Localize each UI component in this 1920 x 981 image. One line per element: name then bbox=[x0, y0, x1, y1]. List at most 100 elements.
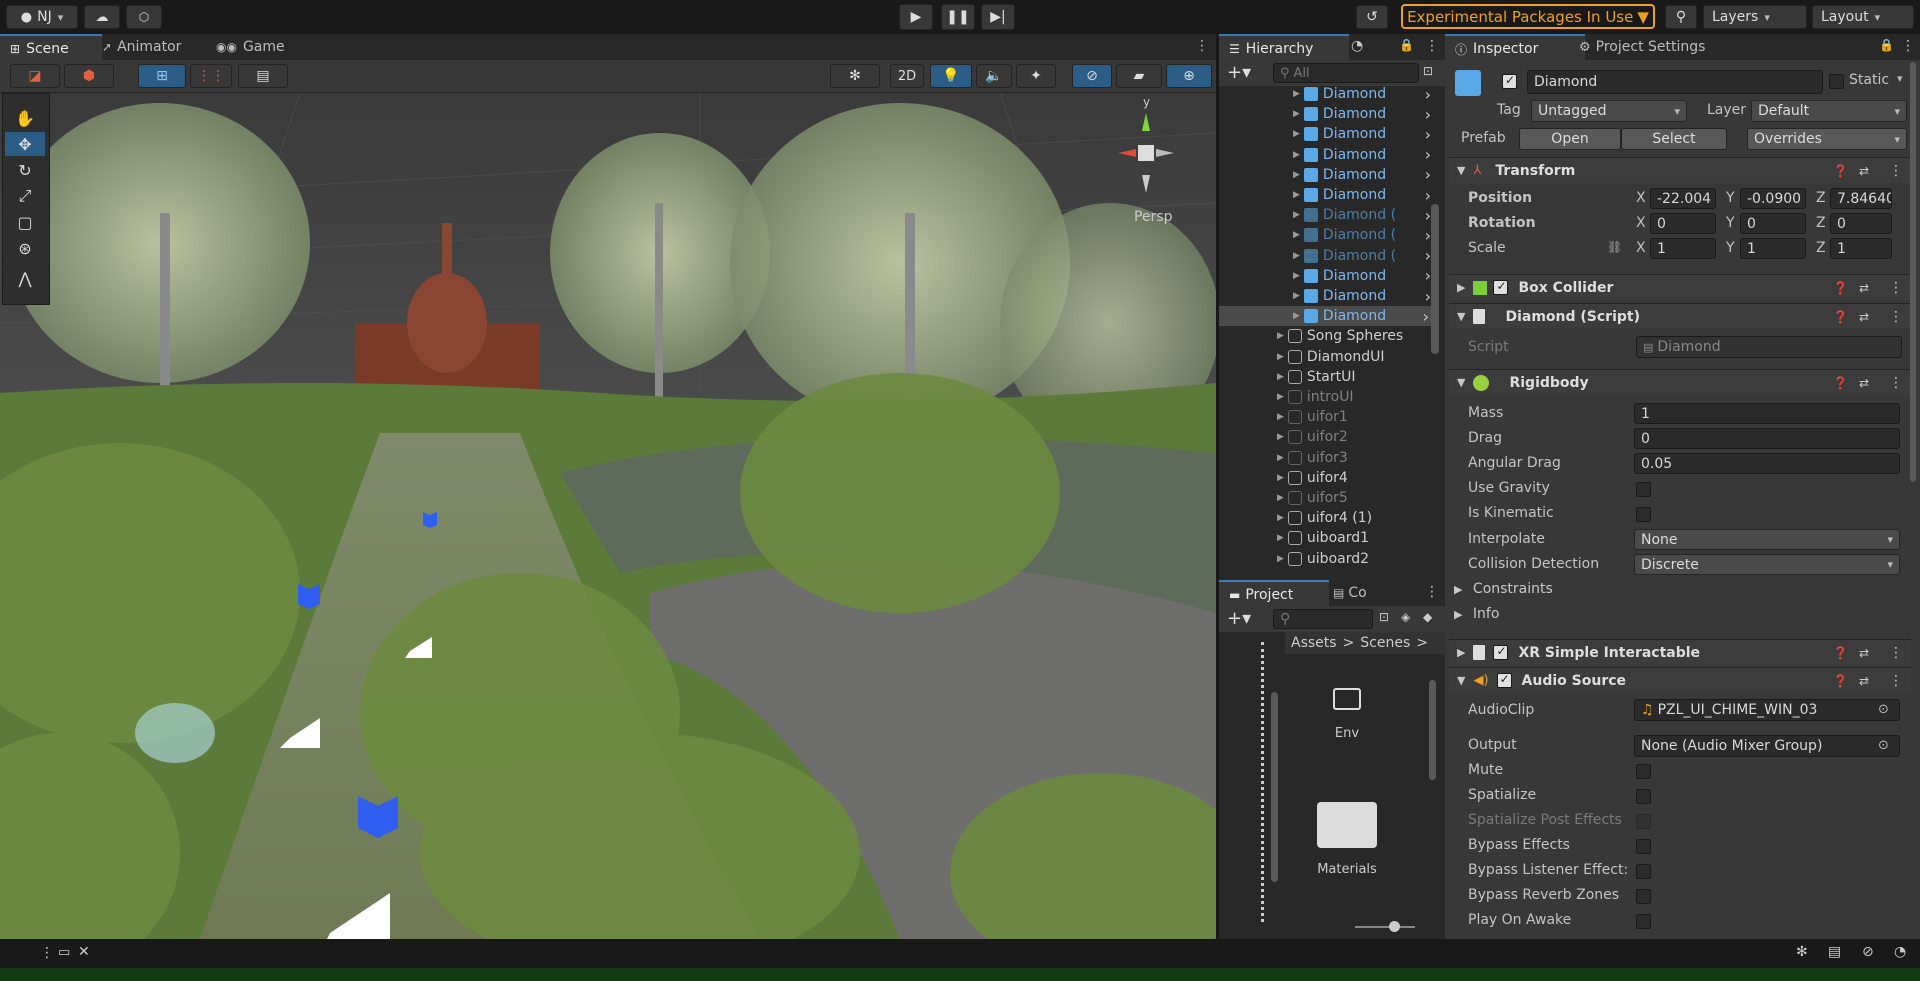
expand-arrow-icon[interactable]: ▶ bbox=[1293, 170, 1300, 180]
hierarchy-item[interactable]: ▶ uifor5 bbox=[1277, 488, 1433, 508]
expand-arrow-icon[interactable]: ▶ bbox=[1277, 432, 1284, 442]
bypass-reverb-checkbox[interactable] bbox=[1636, 889, 1651, 904]
scale-z-input[interactable]: 1 bbox=[1830, 238, 1892, 259]
component-more-icon[interactable]: ⋮ bbox=[1889, 673, 1903, 689]
step-button[interactable]: ▶| bbox=[981, 4, 1015, 30]
info-foldout[interactable]: ▶ Info bbox=[1454, 606, 1499, 622]
transform-header[interactable]: ▼ ⅄ Transform ❓ ⇄ ⋮ bbox=[1449, 157, 1911, 183]
cache-icon[interactable]: ▤ bbox=[1828, 944, 1841, 960]
component-more-icon[interactable]: ⋮ bbox=[1889, 645, 1903, 661]
presets-icon[interactable]: ⇄ bbox=[1859, 310, 1869, 324]
interpolate-dropdown[interactable]: None bbox=[1634, 529, 1900, 550]
expand-arrow-icon[interactable]: ▶ bbox=[1277, 392, 1284, 402]
component-more-icon[interactable]: ⋮ bbox=[1889, 375, 1903, 391]
constrain-proportions-icon[interactable]: ⛓ bbox=[1607, 240, 1622, 254]
account-button[interactable]: ● NJ bbox=[6, 5, 78, 29]
audioclip-field[interactable]: ♫ PZL_UI_CHIME_WIN_03 bbox=[1634, 699, 1900, 721]
hierarchy-item[interactable]: ▶ Diamond › bbox=[1293, 266, 1433, 286]
folder-item-materials[interactable]: Materials bbox=[1305, 802, 1389, 877]
diamond-script-header[interactable]: ▼ Diamond (Script) ❓ ⇄ ⋮ bbox=[1449, 303, 1911, 329]
expand-arrow-icon[interactable]: ▶ bbox=[1277, 372, 1284, 382]
breadcrumb-scenes[interactable]: Scenes bbox=[1360, 635, 1410, 651]
hand-tool-icon[interactable]: ✋ bbox=[5, 106, 45, 130]
toggle-2d-button[interactable]: 2D bbox=[890, 64, 924, 88]
folder-item-env[interactable]: Env bbox=[1315, 688, 1379, 741]
rotate-tool-icon[interactable]: ↻ bbox=[5, 158, 45, 182]
presets-icon[interactable]: ⇄ bbox=[1859, 376, 1869, 390]
effects-toggle[interactable]: ✦ bbox=[1016, 64, 1056, 88]
add-icon[interactable]: +▾ bbox=[1227, 62, 1251, 83]
use-gravity-checkbox[interactable] bbox=[1636, 482, 1651, 497]
tab-inspector[interactable]: ⓘ Inspector bbox=[1445, 34, 1585, 62]
experimental-packages-badge[interactable]: Experimental Packages In Use ▼ bbox=[1401, 4, 1655, 29]
search-options-icon[interactable]: ⊡ bbox=[1423, 64, 1433, 78]
layout-dropdown[interactable]: Layout bbox=[1812, 5, 1914, 29]
project-more-icon[interactable]: ⋮ bbox=[1425, 584, 1439, 600]
expand-arrow-icon[interactable]: ▶ bbox=[1277, 493, 1284, 503]
rotation-z-input[interactable]: 0 bbox=[1830, 213, 1892, 234]
expand-arrow-icon[interactable]: ▶ bbox=[1293, 230, 1300, 240]
tab-hierarchy[interactable]: ☰ Hierarchy bbox=[1219, 34, 1349, 62]
hierarchy-more-icon[interactable]: ⋮ bbox=[1425, 38, 1439, 54]
expand-arrow-icon[interactable]: ▶ bbox=[1293, 190, 1300, 200]
gizmos-button[interactable]: ⊕ bbox=[1166, 64, 1212, 88]
light-mode-button[interactable]: ✻ bbox=[830, 64, 880, 88]
presets-icon[interactable]: ⇄ bbox=[1859, 164, 1869, 178]
expand-arrow-icon[interactable]: ▶ bbox=[1293, 251, 1300, 261]
hierarchy-item[interactable]: ▶ Song Spheres bbox=[1277, 326, 1433, 346]
slider-thumb[interactable] bbox=[1389, 921, 1400, 932]
hierarchy-scrollbar[interactable] bbox=[1431, 204, 1439, 354]
persp-label[interactable]: Persp bbox=[1134, 209, 1173, 225]
tab-scene[interactable]: ⊞ Scene bbox=[0, 34, 102, 62]
expand-arrow-icon[interactable]: ▶ bbox=[1293, 271, 1300, 281]
presets-icon[interactable]: ⇄ bbox=[1859, 646, 1869, 660]
hierarchy-item[interactable]: ▶ uifor1 bbox=[1277, 407, 1433, 427]
filter-icon[interactable]: ⊡ bbox=[1379, 610, 1389, 624]
prefab-chevron-icon[interactable]: › bbox=[1425, 165, 1431, 184]
move-tool-icon[interactable]: ✥ bbox=[5, 132, 45, 156]
hierarchy-item[interactable]: ▶ StartUI bbox=[1277, 367, 1433, 387]
prefab-chevron-icon[interactable]: › bbox=[1425, 86, 1431, 104]
hierarchy-item[interactable]: ▶ uiboard2 bbox=[1277, 549, 1433, 569]
prefab-open-button[interactable]: Open bbox=[1519, 128, 1621, 150]
presets-icon[interactable]: ⇄ bbox=[1859, 674, 1869, 688]
position-x-input[interactable]: -22.004 bbox=[1650, 188, 1716, 209]
tab-console[interactable]: ▤ Co bbox=[1323, 580, 1377, 606]
layer-dropdown[interactable]: Default bbox=[1751, 100, 1907, 122]
component-more-icon[interactable]: ⋮ bbox=[1889, 309, 1903, 325]
expand-arrow-icon[interactable]: ▶ bbox=[1293, 89, 1300, 99]
help-icon[interactable]: ❓ bbox=[1833, 646, 1848, 660]
overrides-dropdown[interactable]: Overrides bbox=[1747, 128, 1907, 150]
type-filter-icon[interactable]: ◈ bbox=[1401, 610, 1410, 624]
inspector-lock-icon[interactable]: 🔒 bbox=[1879, 38, 1894, 52]
hierarchy-item[interactable]: ▶ Diamond › bbox=[1293, 86, 1433, 104]
hidden-objects-toggle[interactable]: ⊘ bbox=[1072, 64, 1112, 88]
label-filter-icon[interactable]: ◆ bbox=[1423, 610, 1432, 624]
debug-icon[interactable]: ✻ bbox=[1796, 944, 1808, 960]
draw-mode-button[interactable]: ◪ bbox=[10, 64, 60, 88]
hierarchy-item[interactable]: ▶ Diamond › bbox=[1293, 286, 1433, 306]
maximize-icon[interactable]: ▭ bbox=[58, 945, 70, 960]
expand-arrow-icon[interactable]: ▶ bbox=[1277, 533, 1284, 543]
hierarchy-item[interactable]: ▶ uiboard1 bbox=[1277, 528, 1433, 548]
position-z-input[interactable]: 7.84640 bbox=[1830, 188, 1892, 209]
icon-size-slider[interactable] bbox=[1355, 921, 1415, 932]
expand-arrow-icon[interactable]: ▶ bbox=[1293, 311, 1300, 321]
help-icon[interactable]: ❓ bbox=[1833, 164, 1848, 178]
layers-dropdown[interactable]: Layers bbox=[1703, 5, 1807, 29]
audio-source-checkbox[interactable] bbox=[1496, 672, 1512, 688]
prefab-chevron-icon[interactable]: › bbox=[1425, 125, 1431, 144]
static-dropdown-icon[interactable]: ▾ bbox=[1897, 72, 1903, 85]
scale-y-input[interactable]: 1 bbox=[1740, 238, 1806, 259]
audio-toggle[interactable]: 🔈 bbox=[976, 64, 1012, 88]
expand-arrow-icon[interactable]: ▶ bbox=[1277, 453, 1284, 463]
box-collider-header[interactable]: ▶ Box Collider ❓ ⇄ ⋮ bbox=[1449, 274, 1911, 300]
active-checkbox[interactable] bbox=[1502, 73, 1517, 89]
scale-x-input[interactable]: 1 bbox=[1650, 238, 1716, 259]
hierarchy-item[interactable]: ▶ Diamond › bbox=[1293, 165, 1433, 185]
custom-tool-icon[interactable]: ⋀ bbox=[5, 266, 45, 290]
rigidbody-header[interactable]: ▼ Rigidbody ❓ ⇄ ⋮ bbox=[1449, 369, 1911, 395]
project-grid-scrollbar[interactable] bbox=[1429, 680, 1436, 780]
object-picker-icon[interactable]: ⊙ bbox=[1878, 702, 1889, 717]
grid-snap-button[interactable]: ⊞ bbox=[138, 64, 186, 88]
